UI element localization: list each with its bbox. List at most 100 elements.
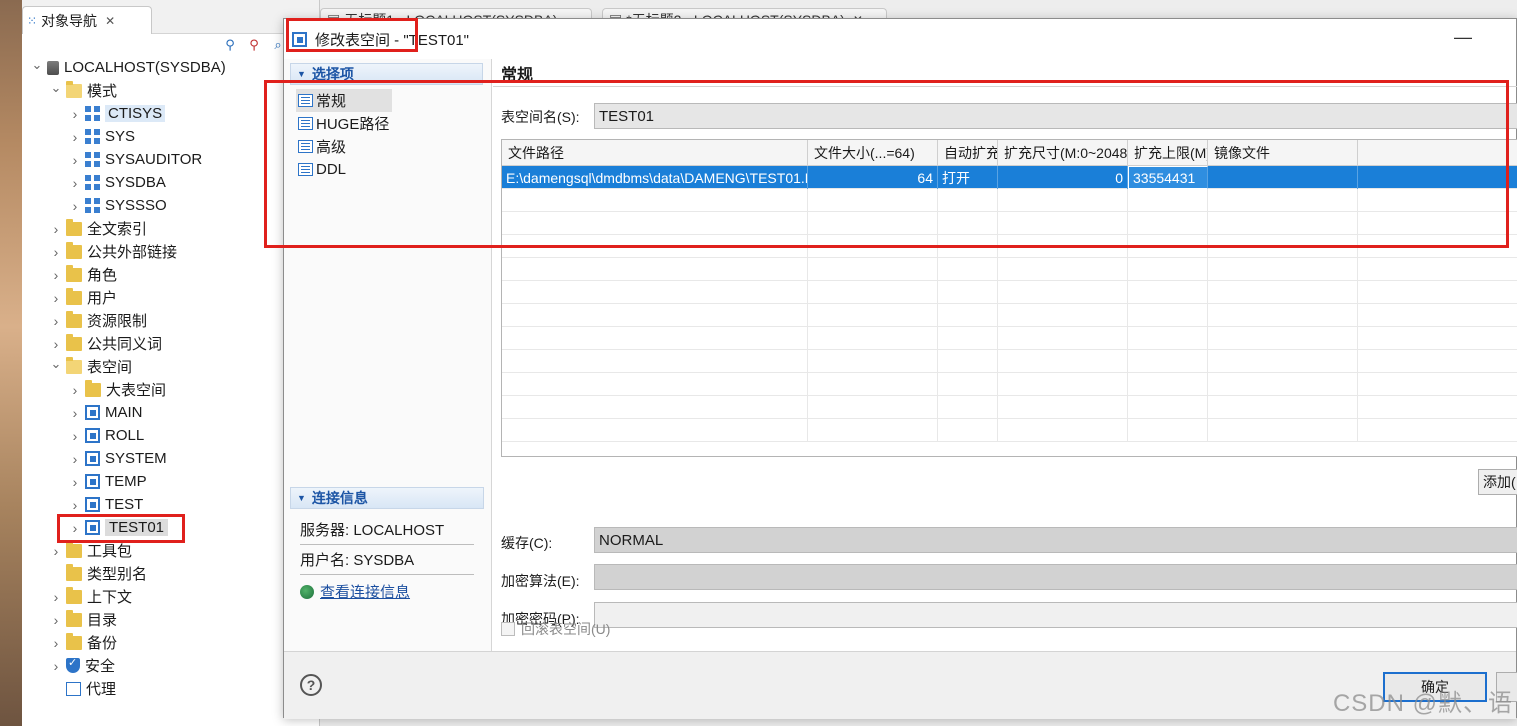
add-button[interactable]: 添加( [1478,469,1517,495]
file-path-cell[interactable]: E:\damengsql\dmdbms\data\DAMENG\TEST01.D… [502,166,808,189]
tree-item-label: 公共同义词 [87,336,163,353]
tablespace-name-field[interactable]: TEST01 [594,103,1517,129]
tree-item[interactable]: › MAIN [22,401,320,424]
option-huge-path[interactable]: HUGE路径 [296,112,392,135]
column-header[interactable]: 文件路径 [502,140,808,166]
tree-item[interactable]: › 工具包 [22,539,320,562]
tree-item[interactable]: › SYSTEM [22,447,320,470]
chevron-right-icon[interactable]: › [68,520,82,536]
chevron-right-icon[interactable]: › [49,543,63,559]
option-general[interactable]: 常规 [296,89,392,112]
tree-item[interactable]: › CTISYS [22,102,320,125]
chevron-right-icon[interactable]: › [68,175,82,191]
tree-item[interactable]: › TEST [22,493,320,516]
help-icon[interactable]: ? [300,674,322,696]
tree-item[interactable]: › 公共外部链接 [22,240,320,263]
chevron-right-icon[interactable]: › [68,106,82,122]
connection-section-header[interactable]: ▼ 连接信息 [290,487,484,509]
table-empty-row [502,235,1517,258]
option-advanced[interactable]: 高级 [296,135,392,158]
table-cell-empty [938,327,998,350]
chevron-right-icon[interactable]: › [68,382,82,398]
tablespace-icon [85,497,100,512]
mirror-file-cell[interactable] [1208,166,1358,189]
navigator-tab[interactable]: ⁙ 对象导航 ✕ [22,6,152,34]
column-header[interactable]: 扩充尺寸(M:0~2048) [998,140,1128,166]
chevron-right-icon[interactable]: › [49,244,63,260]
tree-item[interactable]: › 角色 [22,263,320,286]
table-cell-empty [808,304,938,327]
chevron-right-icon[interactable]: › [68,152,82,168]
chevron-right-icon[interactable]: › [49,589,63,605]
tree-item[interactable]: › ROLL [22,424,320,447]
encrypt-password-field[interactable] [594,602,1517,628]
tree-item[interactable]: › TEMP [22,470,320,493]
chevron-right-icon[interactable]: › [68,497,82,513]
tree-item[interactable]: › 安全 [22,654,320,677]
chevron-right-icon[interactable]: › [49,658,63,674]
chevron-down-icon[interactable]: ⌄ [30,57,44,72]
encrypt-algorithm-select[interactable] [594,564,1517,590]
dialog-titlebar: 修改表空间 - "TEST01" — [284,19,1516,59]
chevron-right-icon[interactable]: › [68,198,82,214]
chevron-right-icon[interactable]: › [49,336,63,352]
column-header-empty [1358,140,1517,166]
chevron-right-icon[interactable]: › [49,635,63,651]
connect-icon[interactable]: ⚲ [221,36,239,54]
tree-item[interactable]: 代理 [22,677,320,700]
tree-item[interactable]: › SYS [22,125,320,148]
tree-item[interactable]: › 用户 [22,286,320,309]
chevron-right-icon[interactable]: › [68,428,82,444]
rollback-checkbox[interactable] [501,622,515,636]
table-cell-empty [998,419,1128,442]
table-cell-empty [502,396,808,419]
tree-item[interactable]: › 全文索引 [22,217,320,240]
tree-item[interactable]: › 上下文 [22,585,320,608]
chevron-right-icon[interactable]: › [49,612,63,628]
tree-item[interactable]: › 备份 [22,631,320,654]
minimize-icon[interactable]: — [1454,27,1472,48]
tree-item[interactable]: › TEST01 [22,516,320,539]
option-ddl[interactable]: DDL [296,158,392,181]
schema-icon [85,106,100,121]
chevron-right-icon[interactable]: › [68,451,82,467]
file-size-cell[interactable]: 64 [808,166,938,189]
column-header[interactable]: 自动扩充 [938,140,998,166]
table-cell-empty [502,189,808,212]
tree-item[interactable]: › SYSAUDITOR [22,148,320,171]
cache-select[interactable]: NORMAL [594,527,1517,553]
tree-item[interactable]: › SYSDBA [22,171,320,194]
tree-item[interactable]: › 公共同义词 [22,332,320,355]
extend-limit-cell[interactable]: 33554431 [1128,166,1208,189]
column-header[interactable]: 扩充上限(M) [1128,140,1208,166]
chevron-right-icon[interactable]: › [68,405,82,421]
chevron-right-icon[interactable]: › [68,129,82,145]
tree-item[interactable]: 类型别名 [22,562,320,585]
disconnect-icon[interactable]: ⚲ [245,36,263,54]
view-connection-link[interactable]: 查看连接信息 [300,581,492,602]
column-header[interactable]: 文件大小(...=64) [808,140,938,166]
tree-item[interactable]: › 大表空间 [22,378,320,401]
auto-extend-cell[interactable]: 打开 [938,166,998,189]
extend-size-cell[interactable]: 0 [998,166,1128,189]
chevron-down-icon[interactable]: ⌄ [49,80,63,95]
rollback-checkbox-row[interactable]: 回滚表空间(U) [501,619,610,639]
chevron-right-icon[interactable]: › [49,313,63,329]
chevron-right-icon[interactable]: › [49,267,63,283]
tree-item[interactable]: ⌄ 表空间 [22,355,320,378]
tree-item[interactable]: ⌄ LOCALHOST(SYSDBA) [22,56,320,79]
options-section-header[interactable]: ▼ 选择项 [290,63,483,85]
chevron-down-icon[interactable]: ⌄ [49,356,63,371]
chevron-right-icon[interactable]: › [49,290,63,306]
table-cell-empty [1128,396,1208,419]
tree-item[interactable]: › SYSSSO [22,194,320,217]
column-header[interactable]: 镜像文件 [1208,140,1358,166]
tree-item[interactable]: › 目录 [22,608,320,631]
table-empty-row [502,258,1517,281]
tree-item[interactable]: ⌄ 模式 [22,79,320,102]
table-row[interactable]: E:\damengsql\dmdbms\data\DAMENG\TEST01.D… [502,166,1517,189]
close-icon[interactable]: ✕ [105,14,115,28]
chevron-right-icon[interactable]: › [68,474,82,490]
chevron-right-icon[interactable]: › [49,221,63,237]
tree-item[interactable]: › 资源限制 [22,309,320,332]
